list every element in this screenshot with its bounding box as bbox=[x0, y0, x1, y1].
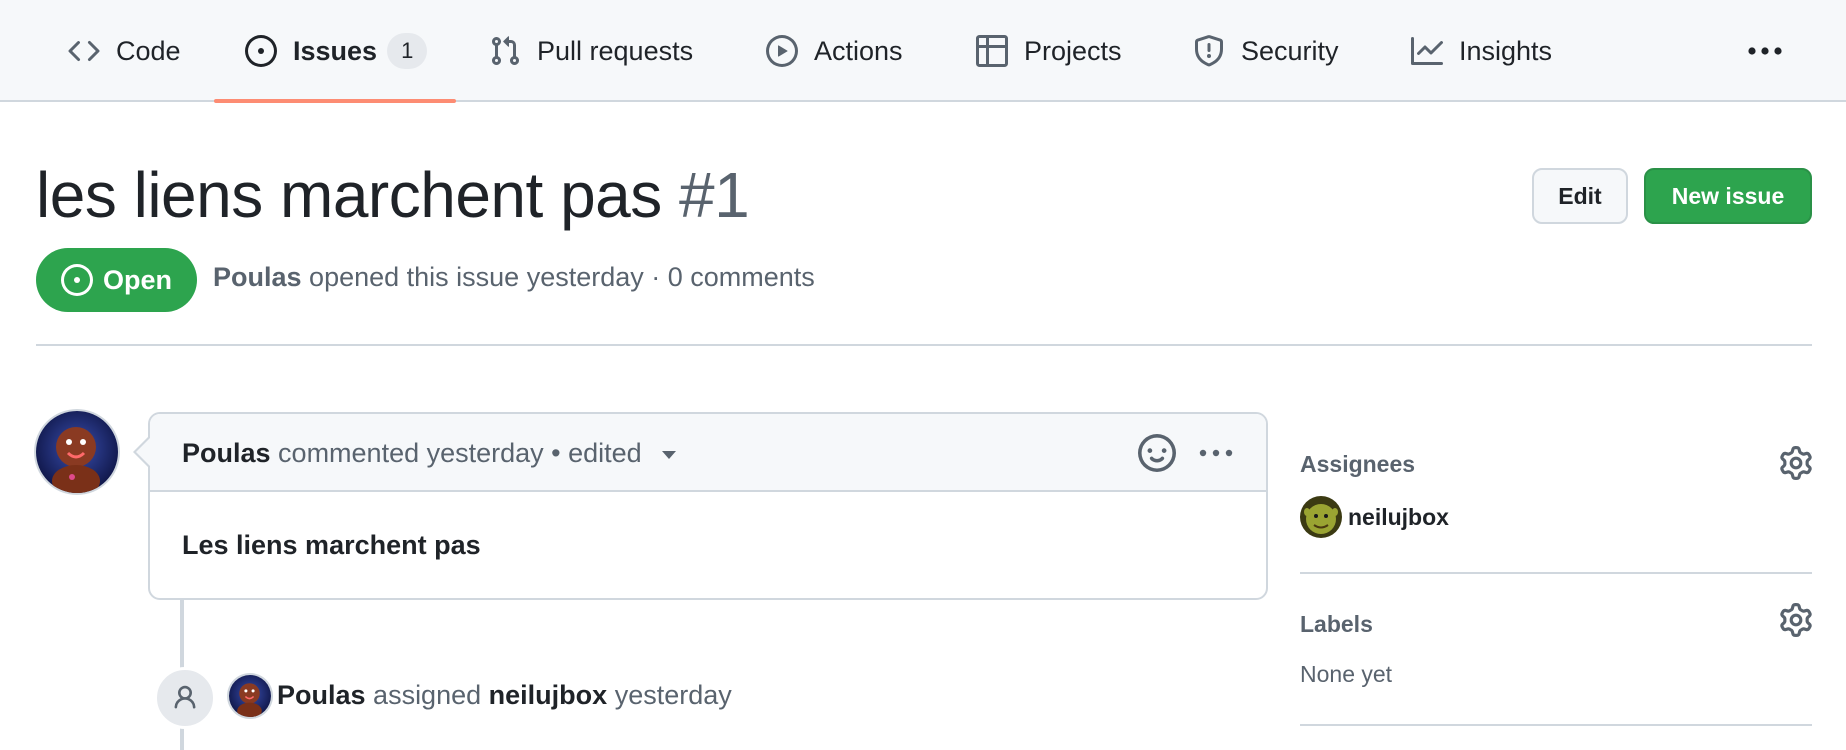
timeline-event-badge bbox=[154, 667, 216, 729]
event-actor-avatar[interactable] bbox=[229, 675, 271, 717]
event-time[interactable]: yesterday bbox=[615, 680, 732, 710]
issue-title: les liens marchent pas #1 bbox=[36, 155, 750, 235]
smiley-icon[interactable] bbox=[1138, 434, 1176, 472]
ogre-avatar-icon bbox=[1300, 496, 1342, 538]
repo-nav: Code Issues 1 Pull requests Actions Proj… bbox=[0, 0, 1846, 103]
tab-issues-label: Issues bbox=[293, 35, 378, 66]
issue-opened-icon bbox=[245, 35, 277, 67]
edit-button[interactable]: Edit bbox=[1532, 168, 1628, 224]
comment-box: Poulas commented yesterday • edited Les … bbox=[148, 412, 1268, 600]
tab-pull-requests-label: Pull requests bbox=[537, 35, 694, 66]
comment-body: Les liens marchent pas bbox=[182, 530, 481, 560]
git-pull-request-icon bbox=[491, 36, 520, 66]
comment-author-avatar[interactable] bbox=[36, 411, 118, 493]
sidebar-divider bbox=[1300, 724, 1812, 726]
issue-title-text: les liens marchent pas bbox=[36, 159, 662, 231]
tab-code-label: Code bbox=[116, 35, 181, 66]
sidebar-divider bbox=[1300, 572, 1812, 574]
event-actor-link[interactable]: Poulas bbox=[277, 680, 366, 710]
timeline-event-text: Poulas assigned neilujbox yesterday bbox=[277, 680, 732, 711]
issue-number: #1 bbox=[679, 159, 750, 231]
new-issue-button[interactable]: New issue bbox=[1644, 168, 1812, 224]
tab-actions[interactable]: Actions bbox=[766, 0, 903, 102]
comment-edited-text[interactable]: commented yesterday • edited bbox=[278, 438, 642, 468]
issue-meta: Poulas opened this issue yesterday · 0 c… bbox=[213, 262, 815, 293]
gingerbread-avatar-icon bbox=[36, 411, 118, 493]
event-target-link[interactable]: neilujbox bbox=[489, 680, 608, 710]
header-divider bbox=[36, 344, 1812, 346]
event-verb: assigned bbox=[373, 680, 482, 710]
graph-icon bbox=[1411, 37, 1443, 65]
gingerbread-avatar-icon bbox=[229, 675, 271, 717]
labels-empty-text: None yet bbox=[1300, 661, 1393, 687]
comment-header: Poulas commented yesterday • edited bbox=[150, 414, 1266, 492]
labels-heading[interactable]: Labels bbox=[1300, 611, 1373, 638]
tab-insights-label: Insights bbox=[1459, 35, 1553, 66]
issues-count-badge: 1 bbox=[387, 33, 428, 69]
kebab-horizontal-icon bbox=[1748, 47, 1782, 55]
repo-nav-more-button[interactable] bbox=[1740, 34, 1790, 68]
tab-pull-requests[interactable]: Pull requests bbox=[489, 0, 693, 102]
play-icon bbox=[766, 35, 798, 67]
table-icon bbox=[976, 35, 1008, 67]
gear-icon[interactable] bbox=[1779, 446, 1813, 480]
issue-meta-text: opened this issue yesterday · 0 comments bbox=[309, 262, 815, 292]
comment-header-text: Poulas commented yesterday • edited bbox=[182, 438, 677, 469]
shield-icon bbox=[1195, 35, 1223, 67]
assignee-link[interactable]: neilujbox bbox=[1348, 504, 1449, 531]
tab-projects-label: Projects bbox=[1024, 35, 1122, 66]
triangle-down-icon[interactable] bbox=[661, 450, 677, 460]
issue-state-badge: Open bbox=[36, 248, 197, 312]
person-icon bbox=[174, 685, 196, 709]
tab-projects[interactable]: Projects bbox=[976, 0, 1122, 102]
issue-state-label: Open bbox=[102, 264, 172, 295]
tab-actions-label: Actions bbox=[814, 35, 903, 66]
selected-tab-underline bbox=[214, 99, 456, 103]
tab-insights[interactable]: Insights bbox=[1411, 0, 1552, 102]
comment-author-link[interactable]: Poulas bbox=[182, 438, 271, 468]
issue-author-link[interactable]: Poulas bbox=[213, 262, 302, 292]
tab-security-label: Security bbox=[1241, 35, 1339, 66]
tab-code[interactable]: Code bbox=[68, 0, 181, 102]
code-icon bbox=[68, 40, 100, 62]
gear-icon[interactable] bbox=[1779, 603, 1813, 637]
comment-pointer-fill bbox=[136, 438, 150, 466]
kebab-horizontal-icon bbox=[1199, 449, 1233, 457]
issue-opened-icon bbox=[60, 264, 93, 296]
tab-issues[interactable]: Issues 1 bbox=[245, 0, 428, 102]
assignees-heading[interactable]: Assignees bbox=[1300, 451, 1415, 478]
tab-security[interactable]: Security bbox=[1193, 0, 1339, 102]
assignee-avatar[interactable] bbox=[1300, 496, 1342, 538]
comment-more-button[interactable] bbox=[1194, 436, 1238, 470]
